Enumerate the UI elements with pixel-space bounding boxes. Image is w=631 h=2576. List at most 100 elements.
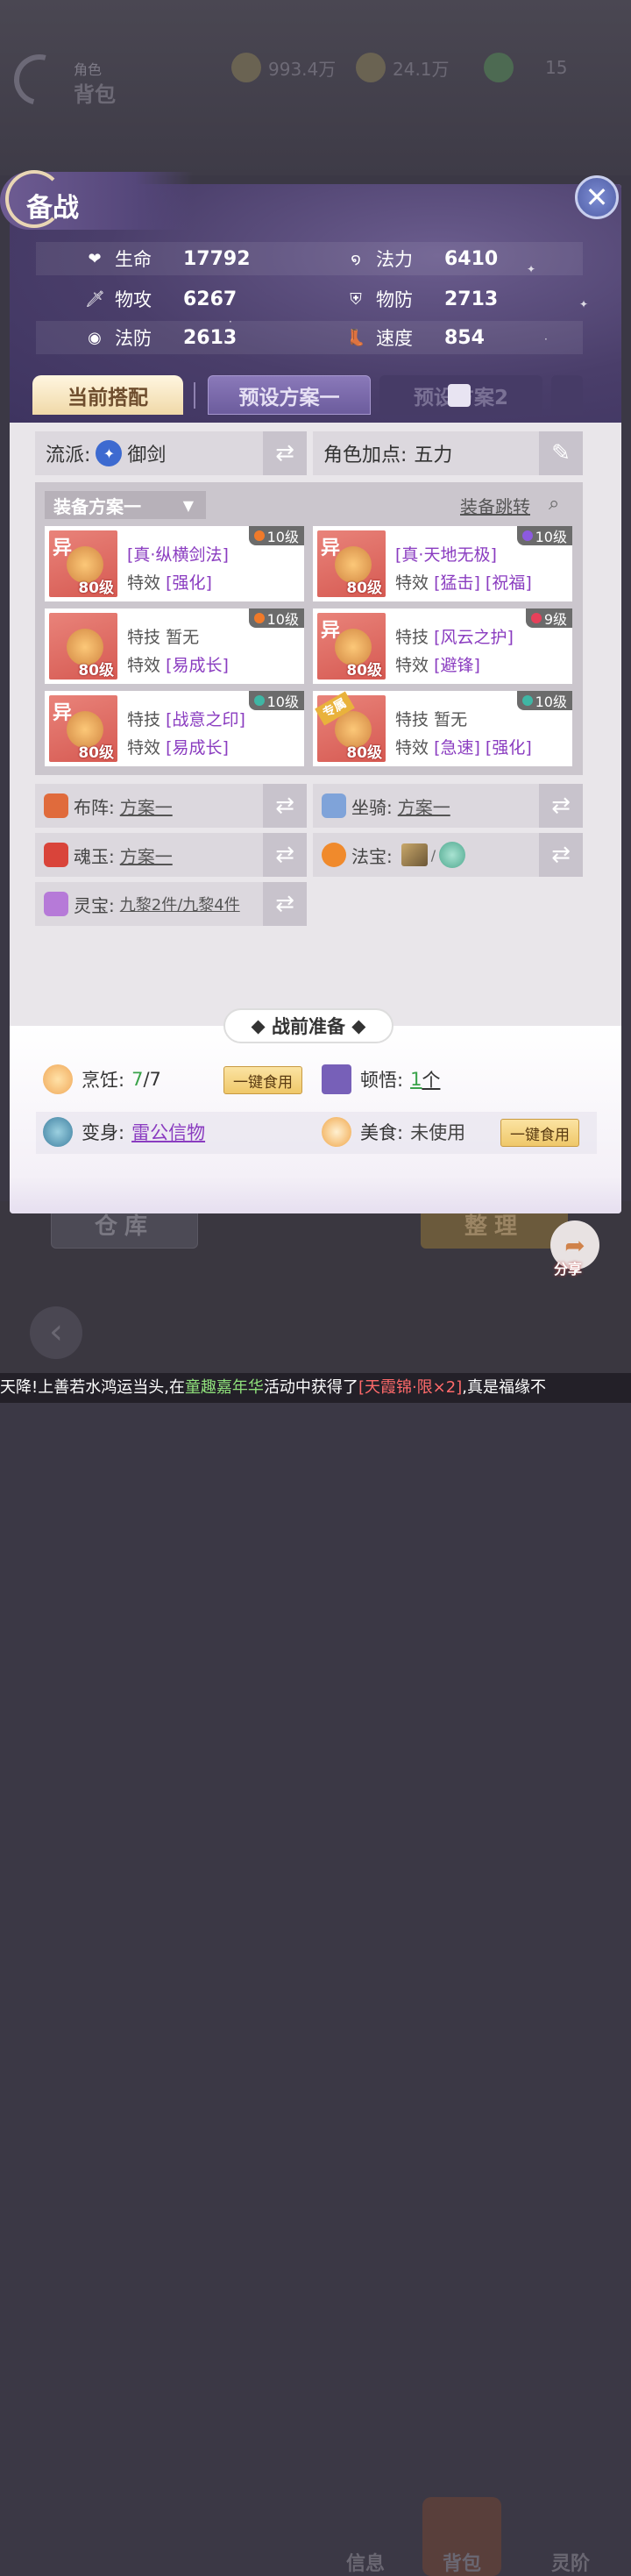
- search-icon[interactable]: ⌕: [549, 493, 559, 515]
- equip-card[interactable]: 80级 10级 特技 暂无 特效 [易成长]: [45, 608, 304, 684]
- equip-line-1: 特技 暂无: [127, 628, 200, 647]
- mount-row: 坐骑: 方案一 ⇄: [313, 784, 583, 828]
- equip-thumb[interactable]: 异 80级: [49, 695, 117, 762]
- equip-card[interactable]: 异 80级 10级 [真·天地无极] 特效 [猛击] [祝福]: [313, 526, 572, 601]
- spirit-row: 灵宝: 九黎2件/九黎4件 ⇄: [35, 882, 307, 926]
- switch-mount-button[interactable]: ⇄: [539, 784, 583, 828]
- tab-current[interactable]: 当前搭配: [32, 375, 183, 415]
- switch-spirit-button[interactable]: ⇄: [263, 882, 307, 926]
- variant-tag: 异: [321, 620, 341, 642]
- equip-line-2: 特效 [急速] [强化]: [395, 738, 532, 758]
- equip-card[interactable]: 异 80级 9级 特技 [风云之护] 特效 [避锋]: [313, 608, 572, 684]
- refine-badge: 10级: [248, 526, 304, 545]
- stat-mp: ໑法力 6410: [346, 242, 498, 275]
- insight-row: 顿悟: 1 个: [322, 1064, 440, 1094]
- cooking-bun-icon: [43, 1064, 73, 1094]
- insight-value[interactable]: 1: [410, 1069, 422, 1090]
- equip-card[interactable]: 异 80级 10级 [真·纵横剑法] 特效 [强化]: [45, 526, 304, 601]
- switch-school-button[interactable]: ⇄: [263, 431, 307, 475]
- equip-thumb[interactable]: 异 80级: [317, 530, 386, 597]
- equip-line-2: 特效 [易成长]: [127, 738, 229, 758]
- close-icon: ✕: [585, 181, 609, 214]
- cooking-eat-button[interactable]: 一键食用: [223, 1066, 302, 1094]
- shield-icon: ⛨: [350, 289, 362, 309]
- variant-tag: 异: [321, 537, 341, 559]
- top-bar: 角色 背包 993.4万 24.1万 15: [0, 0, 631, 175]
- refine-badge: 10级: [248, 691, 304, 710]
- equip-line-2: 特效 [猛击] [祝福]: [395, 573, 532, 593]
- equip-line-1: 特技 [风云之护]: [395, 628, 514, 647]
- stat-pdef: ⛨ 物防 2713: [346, 282, 498, 316]
- broadcast-ticker: 天降!上善若水鸿运当头,在童趣嘉年华活动中获得了[天霞锦·限×2],真是福缘不: [0, 1373, 631, 1403]
- equip-level: 80级: [78, 580, 114, 597]
- spirit-value[interactable]: 九黎2件/九黎4件: [120, 893, 240, 915]
- tab-preset-1[interactable]: 预设方案一: [208, 375, 371, 415]
- soul-jade-value[interactable]: 方案一: [120, 843, 173, 868]
- stat-mdef: ◉ 法防 2613: [85, 321, 237, 354]
- edit-points-button[interactable]: ✎: [539, 431, 583, 475]
- equip-thumb[interactable]: 异 80级: [317, 613, 386, 680]
- currency-copper: 993.4万: [231, 53, 336, 82]
- switch-soul-jade-button[interactable]: ⇄: [263, 833, 307, 877]
- equip-level: 80级: [346, 744, 382, 762]
- equip-line-1: 特技 [战意之印]: [127, 710, 245, 729]
- equip-thumb[interactable]: 异 80级: [49, 530, 117, 597]
- food-eat-button[interactable]: 一键食用: [500, 1119, 579, 1147]
- equip-line-2: 特效 [强化]: [127, 573, 212, 593]
- chevron-down-icon: ▼: [182, 496, 194, 514]
- equip-plan-select[interactable]: 装备方案一 ▼: [45, 491, 206, 519]
- refine-badge: 10级: [516, 691, 572, 710]
- stat-row-2: 🗡 物攻 6267 ⛨ 物防 2713: [36, 282, 583, 316]
- lock-icon: [448, 384, 471, 407]
- dagger-treasure-icon[interactable]: [401, 843, 428, 866]
- gem-icon: [521, 530, 533, 541]
- nav-info[interactable]: 信息: [326, 2497, 405, 2576]
- gem-icon: [521, 695, 533, 706]
- stat-row-3: ◉ 法防 2613 👢 速度 854: [36, 321, 583, 354]
- equip-card[interactable]: 异 80级 10级 特技 [战意之印] 特效 [易成长]: [45, 691, 304, 766]
- equip-line-1: 特技 暂无: [395, 710, 468, 729]
- formation-value[interactable]: 方案一: [120, 793, 173, 819]
- variant-tag: 异: [53, 702, 73, 724]
- currency-jade: 15: [484, 53, 567, 82]
- refine-badge: 10级: [248, 608, 304, 628]
- gourd-treasure-icon[interactable]: [439, 842, 466, 868]
- nav-bag[interactable]: 背包: [422, 2497, 501, 2576]
- soul-jade-icon: [44, 843, 68, 867]
- boot-icon: 👢: [346, 328, 366, 347]
- formation-row: 布阵: 方案一 ⇄: [35, 784, 307, 828]
- gem-icon: [253, 695, 265, 706]
- flying-sword-icon: ✦: [96, 440, 123, 466]
- cooking-row: 烹饪: 7 /7: [43, 1064, 161, 1094]
- equip-line-1: [真·纵横剑法]: [127, 545, 229, 565]
- nav-rank[interactable]: 灵阶: [531, 2497, 610, 2576]
- currency-gold: 24.1万: [356, 53, 450, 82]
- transform-row: 变身: 雷公信物: [43, 1117, 205, 1147]
- back-arrow-icon[interactable]: ‹: [30, 1306, 82, 1359]
- treasure-row: 法宝: / ⇄: [313, 833, 583, 877]
- share-arrow-icon: ➦: [564, 1230, 585, 1260]
- equip-jump-link[interactable]: 装备跳转: [460, 493, 530, 518]
- gem-icon: [253, 613, 265, 623]
- equip-thumb[interactable]: 80级: [49, 613, 117, 680]
- moon-logo-icon: [4, 45, 74, 115]
- bag-title: 背包: [74, 82, 116, 107]
- mount-value[interactable]: 方案一: [398, 793, 450, 819]
- switch-formation-button[interactable]: ⇄: [263, 784, 307, 828]
- mount-scroll-icon: [322, 793, 346, 818]
- equip-line-1: [真·天地无极]: [395, 545, 497, 565]
- transform-value[interactable]: 雷公信物: [131, 1119, 205, 1145]
- switch-treasure-button[interactable]: ⇄: [539, 833, 583, 877]
- close-button[interactable]: ✕: [575, 175, 619, 219]
- tab-separator: [194, 382, 195, 409]
- fire-treasure-icon: [322, 843, 346, 867]
- equip-thumb[interactable]: 专属 80级: [315, 691, 386, 762]
- refine-badge: 10级: [516, 526, 572, 545]
- food-bowl-icon: [322, 1117, 351, 1147]
- gold-ingot-icon: [356, 53, 386, 82]
- equip-level: 80级: [346, 580, 382, 597]
- tab-preset-3[interactable]: [551, 375, 583, 415]
- variant-tag: 异: [53, 537, 73, 559]
- equip-card[interactable]: 专属 80级 10级特技 暂无特效 [急速] [强化]: [313, 691, 572, 766]
- insight-book-icon: [322, 1064, 351, 1094]
